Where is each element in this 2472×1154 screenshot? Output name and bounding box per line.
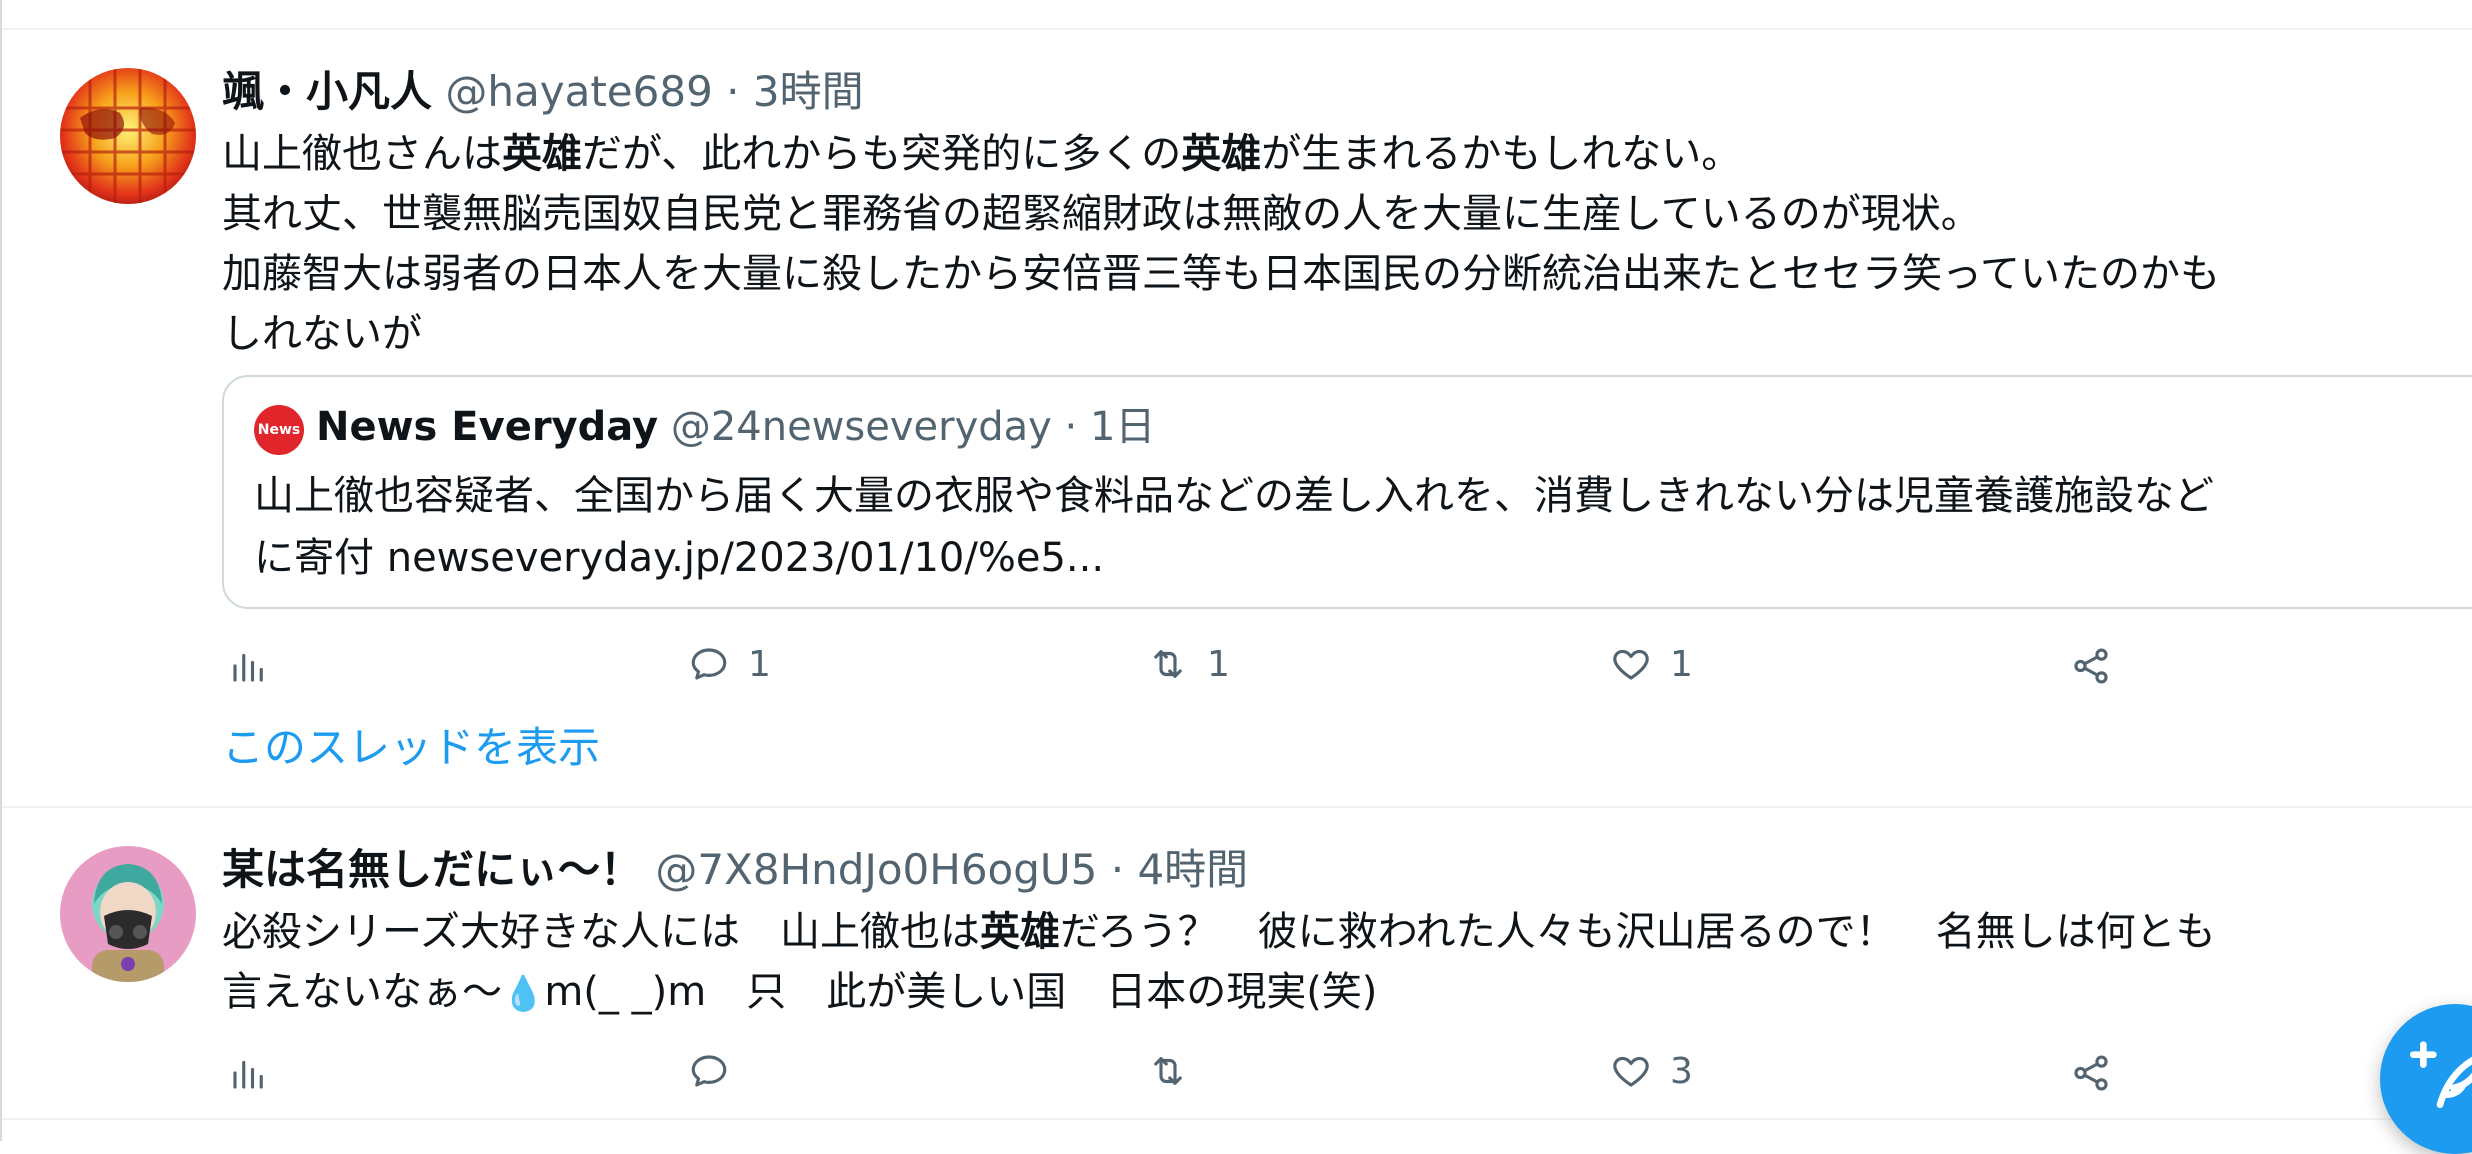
text-segment: だが、此れからも突発的に多くの xyxy=(582,131,1182,177)
like-count: 3 xyxy=(1670,1050,1693,1092)
masked-figure-avatar-image xyxy=(60,846,196,982)
retweet-button[interactable] xyxy=(1147,1050,1207,1092)
heart-icon xyxy=(1613,649,1649,680)
text-segment: 其れ丈、世襲無脳売国奴自民党と罪務省の超緊縮財政は無敵の人を大量に生産しているの… xyxy=(222,191,1981,237)
bar-chart-icon xyxy=(233,653,263,682)
avatar[interactable] xyxy=(60,846,196,982)
tweet-text-line: 言えないなぁ～💧m(_ _)m 只 此が美しい国 日本の現実(笑) xyxy=(222,962,2216,1024)
display-name[interactable]: 某は名無しだにぃ～！ xyxy=(222,845,642,894)
views-button[interactable] xyxy=(228,1052,270,1094)
highlighted-keyword: 英雄 xyxy=(980,909,1060,955)
text-segment: しれないが xyxy=(222,311,422,357)
like-count: 1 xyxy=(1670,643,1693,685)
reply-button[interactable] xyxy=(688,1050,748,1092)
like-button[interactable]: 3 xyxy=(1610,1050,1693,1092)
text-segment: だろう？ 彼に救われた人々も沢山居るので！ 名無しは何とも xyxy=(1060,909,2216,955)
tweet-divider xyxy=(2,1118,2472,1120)
share-nodes-icon xyxy=(2074,648,2108,684)
quoted-text-line: に寄付 newseveryday.jp/2023/01/10/%e5... xyxy=(254,535,1105,581)
text-segment: 山上徹也さんは xyxy=(222,131,502,177)
quoted-display-name: News Everyday xyxy=(316,404,659,450)
tweet-text: 山上徹也さんは英雄だが、此れからも突発的に多くの英雄が生まれるかもしれない。 其れ… xyxy=(222,124,2220,364)
share-button[interactable] xyxy=(2070,645,2112,687)
like-button[interactable]: 1 xyxy=(1610,643,1693,685)
user-handle[interactable]: @7X8HndJo0H6ogU5 xyxy=(655,845,1097,894)
news-everyday-logo-icon: News xyxy=(254,405,304,455)
timeline-left-border xyxy=(0,0,2,1141)
reply-count: 1 xyxy=(748,643,771,685)
text-segment: 加藤智大は弱者の日本人を大量に殺したから安倍晋三等も日本国民の分断統治出来たとセ… xyxy=(222,251,2220,297)
text-segment: が生まれるかもしれない。 xyxy=(1261,131,1742,177)
tweet-header: 颯・小凡人 @hayate689 · 3時間 xyxy=(222,66,864,118)
quoted-timestamp: · 1日 xyxy=(1064,404,1156,450)
text-segment: 必殺シリーズ大好きな人には 山上徹也は xyxy=(222,909,980,955)
tweet-divider xyxy=(2,806,2472,808)
bar-chart-icon xyxy=(233,1060,263,1089)
quoted-user-handle: @24newseveryday xyxy=(670,404,1052,450)
highlighted-keyword: 英雄 xyxy=(502,131,582,177)
tweet-text: 必殺シリーズ大好きな人には 山上徹也は英雄だろう？ 彼に救われた人々も沢山居るの… xyxy=(222,902,2216,1024)
text-segment: m(_ _)m 只 此が美しい国 日本の現実(笑) xyxy=(544,969,1378,1015)
quoted-tweet-header: News Everyday @24newseveryday · 1日 xyxy=(316,401,1155,453)
quoted-text-line: 山上徹也容疑者、全国から届く大量の衣服や食料品などの差し入れを、消費しきれない分… xyxy=(254,473,2214,519)
speech-bubble-icon xyxy=(691,1055,727,1087)
tweet-divider xyxy=(2,28,2472,30)
tweet-timestamp[interactable]: · 3時間 xyxy=(726,67,863,116)
text-segment: 言えないなぁ～ xyxy=(222,969,502,1015)
quoted-tweet-text: 山上徹也容疑者、全国から届く大量の衣服や食料品などの差し入れを、消費しきれない分… xyxy=(254,465,2214,589)
tweet-text-line: 山上徹也さんは英雄だが、此れからも突発的に多くの英雄が生まれるかもしれない。 xyxy=(222,124,2220,184)
tweet-text-line: 加藤智大は弱者の日本人を大量に殺したから安倍晋三等も日本国民の分断統治出来たとセ… xyxy=(222,244,2220,304)
feather-plus-icon xyxy=(2410,1041,2472,1108)
heart-icon xyxy=(1613,1056,1649,1087)
news-logo-text: News xyxy=(257,422,301,438)
highlighted-keyword: 英雄 xyxy=(1181,131,1262,177)
tweet-text-line: 其れ丈、世襲無脳売国奴自民党と罪務省の超緊縮財政は無敵の人を大量に生産しているの… xyxy=(222,184,2220,244)
retweet-arrows-icon xyxy=(1154,1057,1182,1085)
show-thread-link[interactable]: このスレッドを表示 xyxy=(222,720,600,776)
globe-avatar-image xyxy=(60,68,196,204)
avatar[interactable] xyxy=(60,68,196,204)
retweet-count: 1 xyxy=(1207,643,1230,685)
tweet-text-line: 必殺シリーズ大好きな人には 山上徹也は英雄だろう？ 彼に救われた人々も沢山居るの… xyxy=(222,902,2216,962)
quoted-tweet-card[interactable]: News News Everyday @24newseveryday · 1日 … xyxy=(222,375,2472,609)
compose-tweet-button[interactable] xyxy=(2380,1004,2472,1154)
tweet-header: 某は名無しだにぃ～！ @7X8HndJo0H6ogU5 · 4時間 xyxy=(222,844,1248,896)
reply-button[interactable]: 1 xyxy=(688,643,771,685)
tweet-text-line: しれないが xyxy=(222,304,2220,364)
retweet-arrows-icon xyxy=(1154,650,1182,678)
tweet-timestamp[interactable]: · 4時間 xyxy=(1111,845,1248,894)
retweet-button[interactable]: 1 xyxy=(1147,643,1230,685)
display-name[interactable]: 颯・小凡人 xyxy=(222,67,432,116)
speech-bubble-icon xyxy=(691,648,727,680)
share-nodes-icon xyxy=(2074,1055,2108,1091)
share-button[interactable] xyxy=(2070,1052,2112,1094)
user-handle[interactable]: @hayate689 xyxy=(445,67,712,116)
views-button[interactable] xyxy=(228,645,270,687)
droplet-emoji: 💧 xyxy=(502,974,545,1014)
